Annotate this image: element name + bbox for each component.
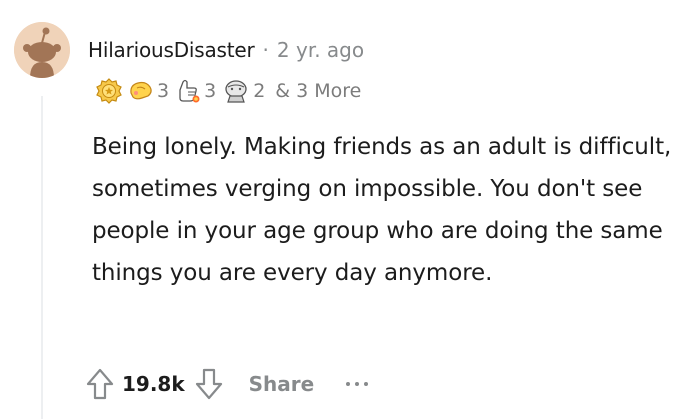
vote-score: 19.8k xyxy=(122,372,185,396)
hugz-award-icon xyxy=(225,80,247,103)
dot-icon xyxy=(355,382,360,386)
downvote-arrow-icon xyxy=(195,368,222,400)
action-bar: 19.8k Share xyxy=(86,364,369,404)
downvote-button[interactable] xyxy=(195,368,223,400)
comment-header: HilariousDisaster · 2 yr. ago xyxy=(88,35,364,65)
gold-award-icon xyxy=(96,78,122,104)
comment-body: Being lonely. Making friends as an adult… xyxy=(92,134,672,286)
comment: HilariousDisaster · 2 yr. ago 3 3 2 & 3 … xyxy=(0,0,700,419)
dot-icon xyxy=(346,382,351,386)
upvote-arrow-icon xyxy=(86,368,114,400)
dot-icon xyxy=(364,382,369,386)
avatar[interactable] xyxy=(14,22,70,78)
award-count: 3 xyxy=(157,80,170,102)
award-count: 3 xyxy=(204,80,217,102)
award-count: 2 xyxy=(253,80,266,102)
award-wholesome[interactable]: 3 xyxy=(175,78,216,104)
thread-line[interactable] xyxy=(41,96,43,419)
more-awards-link[interactable]: & 3 More xyxy=(275,80,361,102)
snoo-avatar-icon xyxy=(14,22,70,78)
award-gold[interactable] xyxy=(96,78,122,104)
separator: · xyxy=(262,38,269,62)
award-hugz[interactable]: 2 xyxy=(222,78,265,104)
wholesome-award-icon xyxy=(179,79,200,103)
username[interactable]: HilariousDisaster xyxy=(88,38,255,62)
share-button[interactable]: Share xyxy=(249,372,315,396)
awards-row[interactable]: 3 3 2 & 3 More xyxy=(96,76,361,106)
more-options-button[interactable] xyxy=(346,374,369,394)
helpful-award-icon xyxy=(130,81,152,100)
upvote-button[interactable] xyxy=(86,368,114,400)
award-helpful[interactable]: 3 xyxy=(128,79,169,103)
timestamp[interactable]: 2 yr. ago xyxy=(277,38,364,62)
